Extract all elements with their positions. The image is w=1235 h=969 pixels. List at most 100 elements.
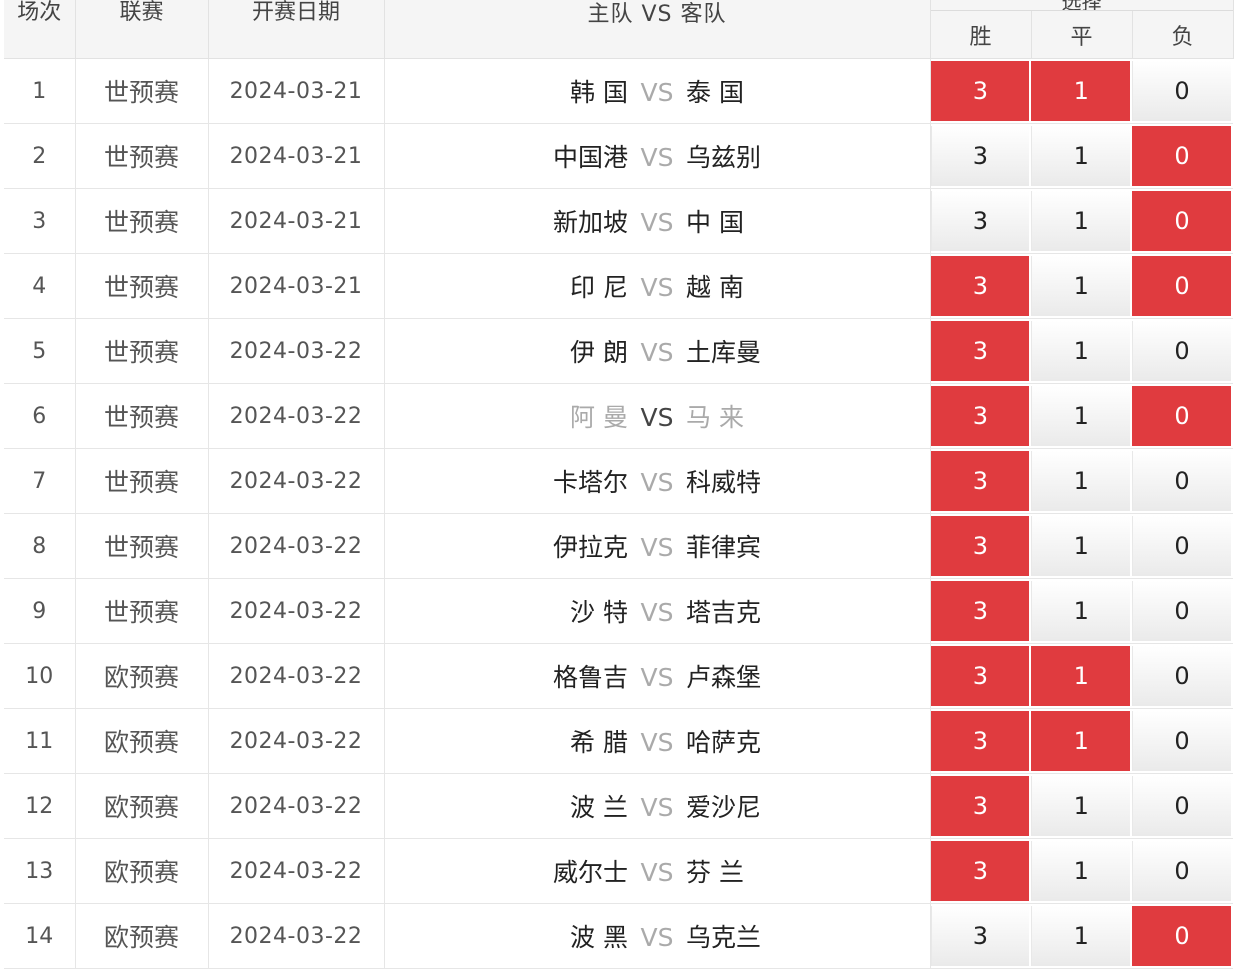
win-option[interactable]: 3	[930, 191, 1030, 251]
win-option[interactable]: 3	[930, 451, 1030, 511]
win-option[interactable]: 3	[930, 126, 1030, 186]
row-results: 3 1 0	[930, 188, 1233, 254]
win-option[interactable]: 3	[930, 581, 1030, 641]
away-team: 芬 兰	[686, 858, 744, 887]
lose-option[interactable]: 0	[1132, 581, 1231, 641]
draw-option[interactable]: 1	[1031, 646, 1131, 706]
table-row: 1 世预赛 2024-03-21 韩 国 VS 泰 国 3 1 0	[4, 58, 1233, 124]
row-league: 欧预赛	[75, 708, 209, 774]
draw-option[interactable]: 1	[1031, 321, 1131, 381]
row-match: 威尔士 VS 芬 兰	[384, 838, 931, 904]
vs-label: VS	[640, 468, 674, 497]
row-league: 世预赛	[75, 578, 209, 644]
row-index: 5	[4, 318, 76, 384]
away-team: 爱沙尼	[686, 793, 762, 822]
draw-option[interactable]: 1	[1031, 841, 1131, 901]
away-team: 科威特	[686, 468, 762, 497]
table-row: 7 世预赛 2024-03-22 卡塔尔 VS 科威特 3 1 0	[4, 448, 1233, 514]
header-away: 客队	[680, 2, 727, 27]
win-option[interactable]: 3	[930, 516, 1030, 576]
home-team: 卡塔尔	[552, 468, 628, 497]
lose-option[interactable]: 0	[1132, 191, 1231, 251]
row-match: 阿 曼 VS 马 来	[384, 383, 931, 449]
lose-option[interactable]: 0	[1132, 126, 1231, 186]
win-option[interactable]: 3	[930, 386, 1030, 446]
row-league: 世预赛	[75, 123, 209, 189]
away-team: 哈萨克	[686, 728, 762, 757]
row-date: 2024-03-22	[208, 318, 385, 384]
header-home: 主队	[587, 2, 634, 27]
draw-option[interactable]: 1	[1031, 191, 1131, 251]
lose-option[interactable]: 0	[1132, 516, 1231, 576]
row-results: 3 1 0	[930, 708, 1233, 774]
win-option[interactable]: 3	[930, 711, 1030, 771]
draw-option[interactable]: 1	[1031, 256, 1131, 316]
lose-option[interactable]: 0	[1132, 451, 1231, 511]
vs-label: VS	[640, 923, 674, 952]
table-row: 3 世预赛 2024-03-21 新加坡 VS 中 国 3 1 0	[4, 188, 1233, 254]
lose-option[interactable]: 0	[1132, 61, 1231, 121]
draw-option[interactable]: 1	[1031, 516, 1131, 576]
vs-label: VS	[640, 858, 674, 887]
table-row: 2 世预赛 2024-03-21 中国港 VS 乌兹别 3 1 0	[4, 123, 1233, 189]
home-team: 威尔士	[552, 858, 628, 887]
win-option[interactable]: 3	[930, 776, 1030, 836]
lose-option[interactable]: 0	[1132, 256, 1231, 316]
lose-option[interactable]: 0	[1132, 386, 1231, 446]
home-team: 韩 国	[570, 78, 628, 107]
row-results: 3 1 0	[930, 903, 1233, 969]
table-row: 6 世预赛 2024-03-22 阿 曼 VS 马 来 3 1 0	[4, 383, 1233, 449]
home-team: 格鲁吉	[552, 663, 628, 692]
win-option[interactable]: 3	[930, 841, 1030, 901]
row-league: 世预赛	[75, 383, 209, 449]
vs-label: VS	[640, 208, 674, 237]
row-index: 13	[4, 838, 76, 904]
vs-label: VS	[640, 663, 674, 692]
win-option[interactable]: 3	[930, 256, 1030, 316]
row-league: 世预赛	[75, 253, 209, 319]
row-date: 2024-03-21	[208, 123, 385, 189]
win-option[interactable]: 3	[930, 321, 1030, 381]
home-team: 伊拉克	[552, 533, 628, 562]
win-option[interactable]: 3	[930, 906, 1030, 966]
header-vs: VS	[641, 2, 673, 27]
draw-option[interactable]: 1	[1031, 386, 1131, 446]
away-team: 中 国	[686, 208, 744, 237]
draw-option[interactable]: 1	[1031, 581, 1131, 641]
row-league: 欧预赛	[75, 838, 209, 904]
lose-option[interactable]: 0	[1132, 646, 1231, 706]
row-match: 波 黑 VS 乌克兰	[384, 903, 931, 969]
home-team: 希 腊	[570, 728, 628, 757]
row-league: 世预赛	[75, 318, 209, 384]
lose-option[interactable]: 0	[1132, 906, 1231, 966]
row-date: 2024-03-22	[208, 903, 385, 969]
away-team: 塔吉克	[686, 598, 762, 627]
lose-option[interactable]: 0	[1132, 711, 1231, 771]
draw-option[interactable]: 1	[1031, 711, 1131, 771]
draw-option[interactable]: 1	[1031, 451, 1131, 511]
vs-label: VS	[640, 273, 674, 302]
vs-label: VS	[640, 338, 674, 367]
draw-option[interactable]: 1	[1031, 776, 1131, 836]
header-league: 联赛	[75, 0, 209, 59]
vs-label: VS	[640, 403, 674, 432]
draw-option[interactable]: 1	[1031, 906, 1131, 966]
header-date: 开赛日期	[208, 0, 385, 59]
draw-option[interactable]: 1	[1031, 61, 1131, 121]
draw-option[interactable]: 1	[1031, 126, 1131, 186]
row-results: 3 1 0	[930, 448, 1233, 514]
row-results: 3 1 0	[930, 578, 1233, 644]
lose-option[interactable]: 0	[1132, 321, 1231, 381]
row-date: 2024-03-22	[208, 773, 385, 839]
row-date: 2024-03-22	[208, 448, 385, 514]
win-option[interactable]: 3	[930, 646, 1030, 706]
away-team: 卢森堡	[686, 663, 762, 692]
away-team: 菲律宾	[686, 533, 762, 562]
lose-option[interactable]: 0	[1132, 776, 1231, 836]
lose-option[interactable]: 0	[1132, 841, 1231, 901]
row-date: 2024-03-22	[208, 383, 385, 449]
header-lose: 负	[1171, 24, 1194, 50]
table-row: 14 欧预赛 2024-03-22 波 黑 VS 乌克兰 3 1 0	[4, 903, 1233, 969]
table-row: 12 欧预赛 2024-03-22 波 兰 VS 爱沙尼 3 1 0	[4, 773, 1233, 839]
win-option[interactable]: 3	[930, 61, 1030, 121]
